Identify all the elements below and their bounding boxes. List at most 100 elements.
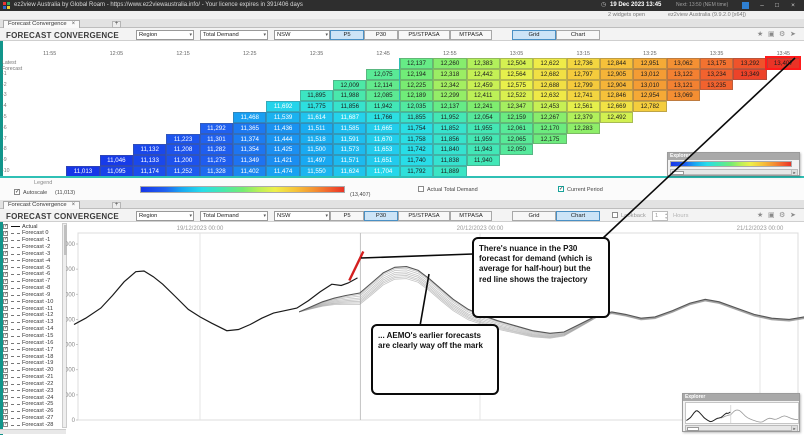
star-icon[interactable]: ★ [757,30,763,39]
series-list-item[interactable]: ✓ Forecast -14 [2,326,62,333]
series-list-item[interactable]: ✓ Forecast -10 [2,298,62,305]
heatmap-cell[interactable]: 12,225 [399,79,434,91]
heatmap-cell[interactable]: 12,741 [566,90,600,102]
heatmap-cell[interactable]: 11,653 [366,144,400,156]
heatmap-cell[interactable]: 11,838 [433,155,467,166]
heatmap-cell[interactable]: 12,442 [466,68,500,80]
heatmap-cell[interactable]: 11,856 [333,101,367,112]
series-list-item[interactable]: ✓ Forecast -1 [2,237,62,244]
heatmap-cell[interactable]: 12,114 [366,79,400,91]
series-checkbox[interactable]: ✓ [3,237,8,243]
actual-total-demand-checkbox[interactable] [418,186,424,192]
location-select[interactable]: NSW ▾ [274,210,330,221]
heatmap-cell[interactable]: 11,585 [333,122,367,134]
series-checkbox[interactable]: ✓ [3,230,8,236]
p5-button[interactable]: P5 [330,29,364,40]
heatmap-cell[interactable]: 11,425 [266,144,300,156]
tab-forecast-convergence-2[interactable]: Forecast Convergence × [3,201,81,209]
heatmap-cell[interactable]: 11,539 [266,112,300,123]
heatmap-cell[interactable]: 12,782 [633,101,667,112]
heatmap-cell[interactable]: 11,775 [299,101,334,112]
chart-button[interactable]: Chart [556,29,600,40]
series-checkbox[interactable]: ✓ [3,367,8,373]
series-list-item[interactable]: ✓ Forecast -7 [2,278,62,285]
p5-button[interactable]: P5 [330,210,364,221]
heatmap-cell[interactable]: 12,065 [499,133,534,145]
series-list-item[interactable]: ✓ Forecast -16 [2,339,62,346]
heatmap-cell[interactable]: 12,453 [533,101,567,112]
series-checkbox[interactable]: ✓ [3,381,8,387]
minimize-button[interactable]: – [755,0,769,11]
series-checkbox[interactable]: ✓ [3,346,8,352]
series-checkbox[interactable]: ✓ [3,340,8,346]
series-checkbox[interactable]: ✓ [3,319,8,325]
heatmap-cell[interactable]: 11,500 [299,144,334,156]
heatmap-cell[interactable]: 11,301 [199,133,234,145]
series-list-item[interactable]: ✓ Forecast -4 [2,257,62,264]
series-list-item[interactable]: ✓ Forecast -3 [2,250,62,257]
series-checkbox[interactable]: ✓ [3,258,8,264]
heatmap-cell[interactable]: 11,436 [266,122,300,134]
explorer-scrollbar[interactable]: ▸ [670,169,798,175]
heatmap-cell[interactable]: 13,121 [666,79,700,91]
heatmap-cell[interactable]: 12,175 [533,133,567,145]
series-checkbox[interactable]: ✓ [3,285,8,291]
explorer-scroll-arrow-icon[interactable]: ▸ [791,170,797,175]
heatmap-cell[interactable]: 12,137 [433,101,467,112]
tab-close-icon[interactable]: × [72,202,76,208]
series-checkbox[interactable]: ✓ [3,264,8,270]
series-checkbox[interactable]: ✓ [3,374,8,380]
series-list-item[interactable]: ✓ Forecast -26 [2,408,62,415]
heatmap-cell[interactable]: 11,614 [299,112,334,123]
series-list-item[interactable]: ✓ Forecast -15 [2,333,62,340]
heatmap-cell[interactable]: 12,009 [333,79,367,91]
heatmap-cell[interactable]: 12,904 [599,79,634,91]
series-list-item[interactable]: ✓ Forecast -12 [2,312,62,319]
heatmap-cell[interactable]: 11,374 [233,133,267,145]
heatmap-cell[interactable]: 11,959 [466,133,500,145]
heatmap-cell[interactable]: 12,846 [599,90,634,102]
metric-select[interactable]: Total Demand ▾ [200,29,268,40]
heatmap-cell[interactable]: 12,054 [466,112,500,123]
p5stpasa-button[interactable]: P5/STPASA [398,210,450,221]
maximize-button[interactable]: □ [770,0,784,11]
metric-select[interactable]: Total Demand ▾ [200,210,268,221]
heatmap-cell[interactable]: 12,736 [566,58,600,69]
heatmap-cell[interactable]: 13,012 [633,68,667,80]
series-checkbox[interactable]: ✓ [3,278,8,284]
heatmap-cell[interactable]: 11,855 [399,112,434,123]
heatmap-cell[interactable]: 12,844 [599,58,634,69]
heatmap-cell[interactable]: 12,459 [466,79,500,91]
heatmap-cell[interactable]: 13,069 [666,90,700,102]
heatmap-cell[interactable]: 12,075 [366,68,400,80]
series-list-item[interactable]: ✓ Forecast -18 [2,353,62,360]
heatmap-cell[interactable]: 12,035 [399,101,434,112]
autoscale-checkbox[interactable]: ✓ [14,189,20,195]
heatmap-cell[interactable]: 11,591 [333,133,367,145]
spinner-arrows-icon[interactable]: ▴ ▾ [665,212,667,220]
heatmap-cell[interactable]: 13,292 [733,58,767,69]
heatmap-cell[interactable]: 12,342 [433,79,467,91]
heatmap-cell[interactable]: 11,497 [299,155,334,166]
heatmap-cell[interactable]: 12,561 [566,101,600,112]
series-checkbox[interactable]: ✓ [3,292,8,298]
new-tab-button[interactable]: + [112,202,121,209]
series-list-item[interactable]: ✓ Forecast -27 [2,415,62,422]
series-checkbox[interactable]: ✓ [3,422,8,428]
heatmap-cell[interactable]: 12,383 [466,58,500,69]
heatmap-cell[interactable]: 12,194 [399,68,434,80]
heatmap-cell[interactable]: 12,283 [566,122,600,134]
heatmap-cell[interactable]: 13,235 [699,79,734,91]
heatmap-cell[interactable]: 11,840 [433,144,467,156]
heatmap-cell[interactable]: 12,504 [499,58,534,69]
lookback-value-input[interactable]: 1 ▴ ▾ [652,210,668,221]
heatmap-cell[interactable]: 11,692 [266,101,300,112]
heatmap-cell[interactable]: 11,573 [333,144,367,156]
heatmap-cell[interactable]: 12,799 [566,79,600,91]
heatmap-cell[interactable]: 11,518 [299,133,334,145]
series-checkbox[interactable]: ✓ [3,408,8,414]
grid-button[interactable]: Grid [512,29,556,40]
heatmap-cell[interactable]: 11,365 [233,122,267,134]
pin-icon[interactable]: ➤ [790,211,796,220]
heatmap-cell[interactable]: 11,955 [466,122,500,134]
